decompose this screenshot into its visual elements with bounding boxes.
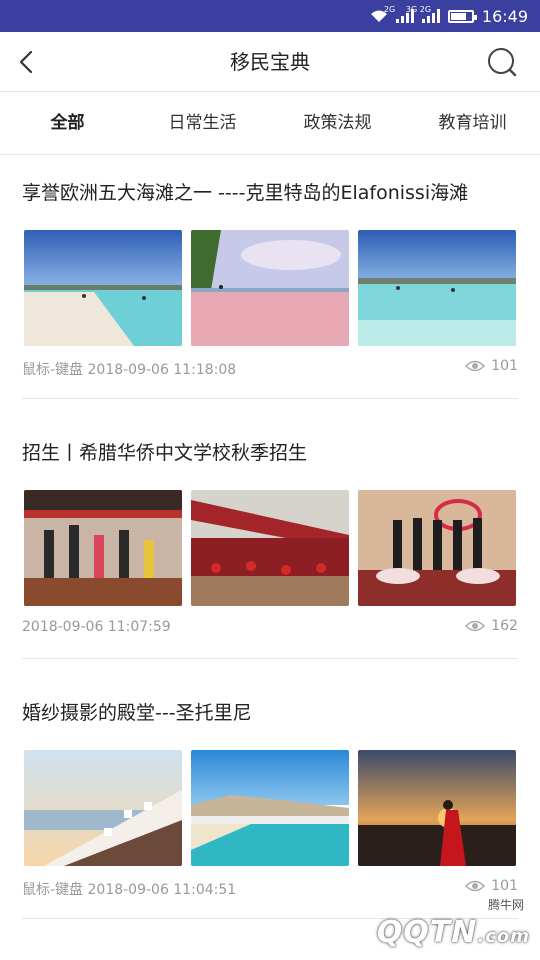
article-title[interactable]: 招生丨希腊华侨中文学校秋季招生 xyxy=(22,438,307,465)
category-tabs: 全部 日常生活 政策法规 教育培训 xyxy=(0,92,540,155)
search-icon[interactable] xyxy=(486,46,518,78)
beach-photo-2[interactable] xyxy=(358,230,516,346)
view-count: 162 xyxy=(465,618,518,634)
view-count: 101 xyxy=(465,358,518,374)
article-title[interactable]: 享誉欧洲五大海滩之一 ----克里特岛的Elafonissi海滩 xyxy=(22,178,468,205)
stage-performance-photo[interactable] xyxy=(191,490,349,606)
aegean-coast-photo[interactable] xyxy=(191,750,349,866)
status-bar: 2G 3G 2G 16:49 xyxy=(0,0,540,32)
article-images xyxy=(24,750,516,866)
divider xyxy=(22,398,518,399)
article-images xyxy=(24,490,516,606)
article-meta: 鼠标-键盘 2018-09-06 11:04:51 xyxy=(22,882,237,898)
eye-icon xyxy=(465,620,486,632)
santorini-village-photo[interactable] xyxy=(24,750,182,866)
article-title[interactable]: 婚纱摄影的殿堂---圣托里尼 xyxy=(22,698,252,725)
signal-icon-2: 3G 2G xyxy=(406,5,440,23)
tab-all[interactable]: 全部 xyxy=(0,92,135,154)
view-count: 101 xyxy=(465,878,518,894)
eye-icon xyxy=(465,360,486,372)
tab-daily-life[interactable]: 日常生活 xyxy=(135,92,270,154)
tab-education[interactable]: 教育培训 xyxy=(405,92,540,154)
status-time: 16:49 xyxy=(481,6,528,26)
article-images xyxy=(24,230,516,346)
tab-policy[interactable]: 政策法规 xyxy=(270,92,405,154)
watermark-logo: 腾牛网 QQTN.com xyxy=(376,898,530,950)
page-title: 移民宝典 xyxy=(230,50,310,74)
pink-beach-photo[interactable] xyxy=(191,230,349,346)
app-header: 移民宝典 xyxy=(0,32,540,92)
beach-photo[interactable] xyxy=(24,230,182,346)
wedding-sunset-photo[interactable] xyxy=(358,750,516,866)
eye-icon xyxy=(465,880,486,892)
graduation-photo[interactable] xyxy=(358,490,516,606)
battery-icon xyxy=(447,9,477,23)
school-event-photo[interactable] xyxy=(24,490,182,606)
article-meta: 2018-09-06 11:07:59 xyxy=(22,619,171,635)
article-meta: 鼠标-键盘 2018-09-06 11:18:08 xyxy=(22,362,237,378)
divider xyxy=(22,658,518,659)
